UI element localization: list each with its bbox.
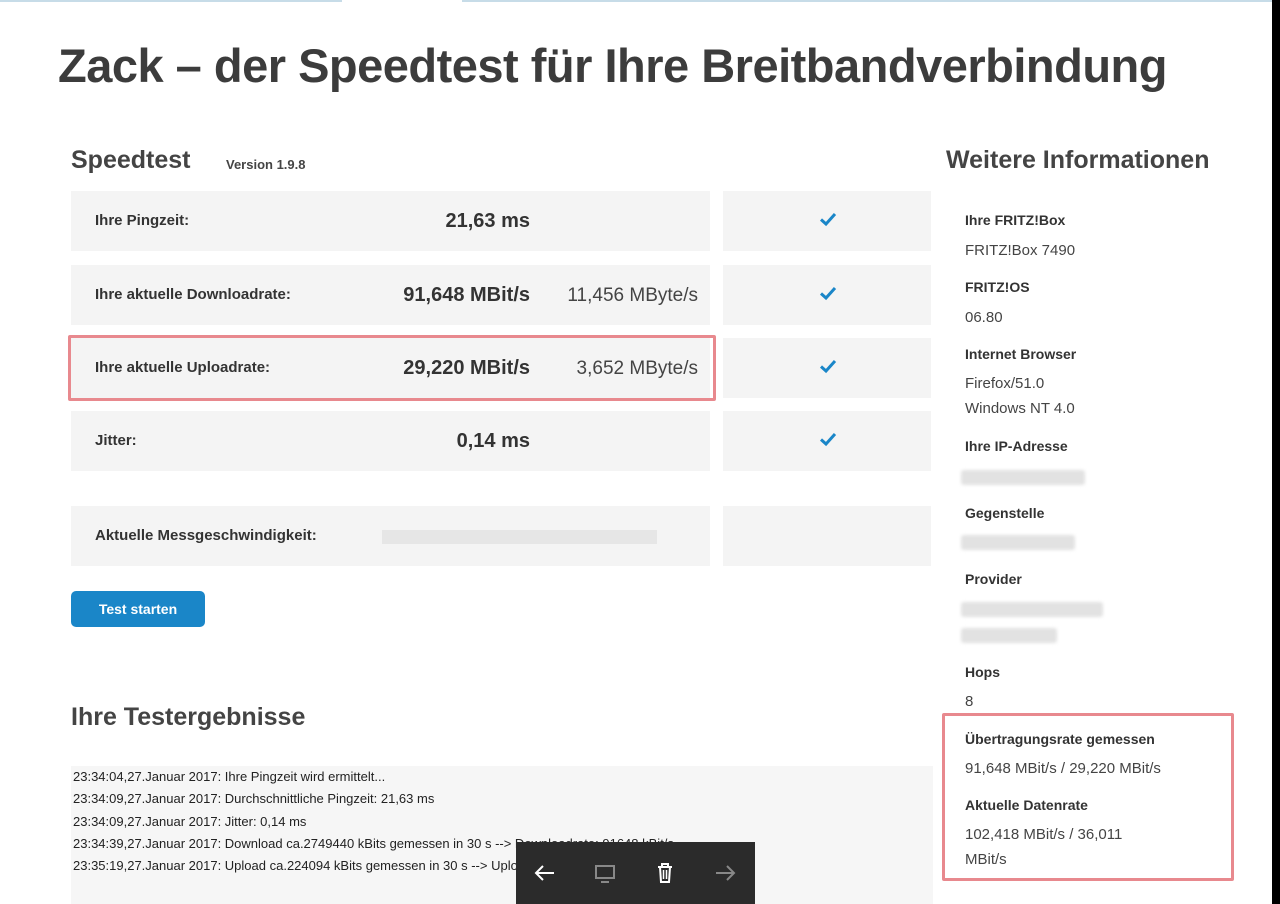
rates-highlight-box [942, 713, 1234, 881]
arrow-left-icon[interactable] [532, 860, 558, 886]
browser-label: Internet Browser [965, 346, 1077, 362]
ping-label: Ihre Pingzeit: [95, 212, 190, 229]
checkmark-icon [819, 212, 837, 227]
jitter-row: Jitter: 0,14 ms [71, 411, 710, 471]
upload-highlight-box [68, 335, 716, 401]
results-log: 23:34:04,27.Januar 2017: Ihre Pingzeit w… [71, 766, 933, 904]
log-line: 23:34:09,27.Januar 2017: Jitter: 0,14 ms [73, 814, 307, 829]
fritzos-value: 06.80 [965, 309, 1003, 326]
jitter-status-cell [723, 411, 931, 471]
ping-value: 21,63 ms [445, 210, 530, 232]
download-row: Ihre aktuelle Downloadrate: 91,648 MBit/… [71, 265, 710, 325]
download-value-mbit: 91,648 MBit/s [403, 284, 530, 306]
provider-value-redacted [961, 602, 1103, 617]
hops-value: 8 [965, 693, 974, 710]
ping-status-cell [723, 191, 931, 251]
ip-label: Ihre IP-Adresse [965, 438, 1068, 454]
trash-icon[interactable] [652, 860, 678, 886]
window-edge [1272, 0, 1280, 904]
jitter-value: 0,14 ms [456, 430, 530, 452]
version-label: Version 1.9.8 [226, 157, 306, 172]
measurement-progress-bar [382, 530, 657, 544]
arrow-right-icon[interactable] [712, 860, 738, 886]
checkmark-icon [819, 359, 837, 374]
top-divider-right [462, 0, 1280, 2]
fritzbox-value: FRITZ!Box 7490 [965, 242, 1076, 259]
fritzos-label: FRITZ!OS [965, 279, 1030, 295]
start-test-button[interactable]: Test starten [71, 591, 205, 627]
ping-row: Ihre Pingzeit: 21,63 ms [71, 191, 710, 251]
browser-value: Firefox/51.0 [965, 375, 1045, 392]
download-value-mbyte: 11,456 MByte/s [567, 285, 698, 306]
cast-icon[interactable] [592, 860, 618, 886]
jitter-label: Jitter: [95, 432, 137, 449]
provider-label: Provider [965, 571, 1022, 587]
speedtest-heading: Speedtest [71, 146, 191, 174]
os-value: Windows NT 4.0 [965, 400, 1075, 417]
page-title: Zack – der Speedtest für Ihre Breitbandv… [58, 39, 1167, 92]
measurement-row: Aktuelle Messgeschwindigkeit: [71, 506, 710, 566]
upload-status-cell [723, 338, 931, 398]
hops-label: Hops [965, 664, 1000, 680]
download-status-cell [723, 265, 931, 325]
provider-value-redacted [961, 628, 1057, 643]
log-line: 23:34:09,27.Januar 2017: Durchschnittlic… [73, 791, 435, 806]
log-line: 23:34:04,27.Januar 2017: Ihre Pingzeit w… [73, 769, 386, 784]
info-heading: Weitere Informationen [946, 146, 1210, 174]
measurement-status-cell [723, 506, 931, 566]
remote-value-redacted [961, 535, 1075, 550]
download-label: Ihre aktuelle Downloadrate: [95, 286, 291, 303]
checkmark-icon [819, 432, 837, 447]
results-heading: Ihre Testergebnisse [71, 703, 306, 731]
viewer-toolbar [516, 842, 755, 904]
checkmark-icon [819, 286, 837, 301]
measurement-label: Aktuelle Messgeschwindigkeit: [95, 527, 317, 544]
fritzbox-label: Ihre FRITZ!Box [965, 212, 1066, 228]
ip-value-redacted [961, 470, 1085, 485]
top-divider-left [0, 0, 342, 2]
remote-label: Gegenstelle [965, 505, 1045, 521]
